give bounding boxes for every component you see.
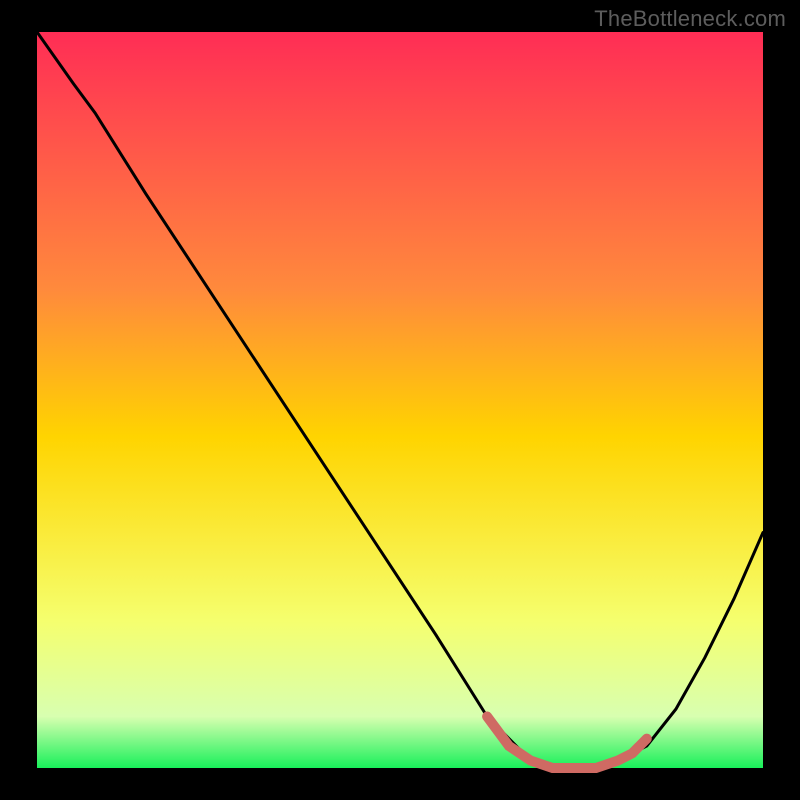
plot-background: [37, 32, 763, 768]
chart-frame: TheBottleneck.com: [0, 0, 800, 800]
watermark-text: TheBottleneck.com: [594, 6, 786, 32]
bottleneck-chart: [0, 0, 800, 800]
